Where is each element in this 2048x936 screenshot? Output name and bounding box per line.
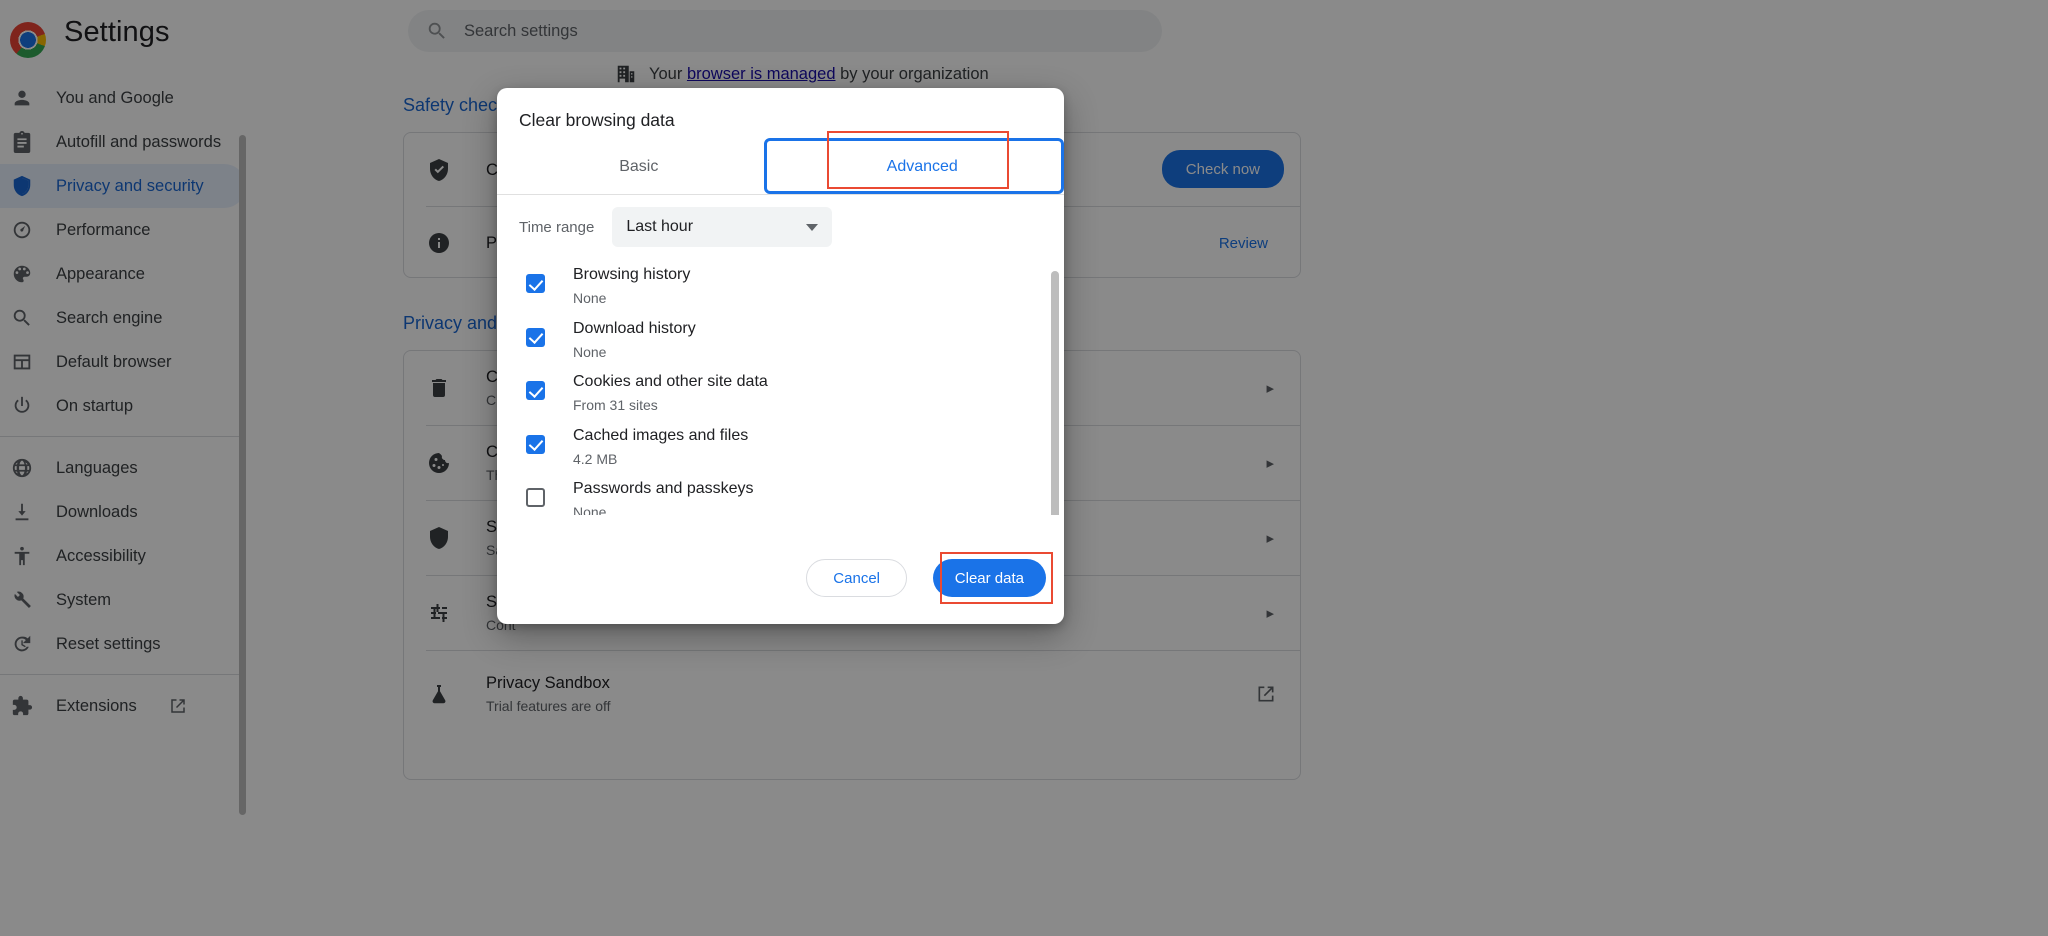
clear-data-button[interactable]: Clear data — [933, 559, 1046, 597]
checkbox-download-history[interactable] — [526, 328, 545, 347]
checkbox-browsing-history[interactable] — [526, 274, 545, 293]
clear-browsing-data-dialog: Clear browsing data Basic Advanced Time … — [497, 88, 1064, 624]
list-item-detail: 4.2 MB — [573, 448, 748, 470]
dialog-tabs: Basic Advanced — [497, 139, 1064, 195]
list-item-detail: From 31 sites — [573, 394, 768, 416]
checkbox-cached-images-and-files[interactable] — [526, 435, 545, 454]
dialog-vertical-scrollbar[interactable] — [1051, 271, 1059, 515]
checkbox-cookies-and-other-site-data[interactable] — [526, 381, 545, 400]
list-item-detail: None — [573, 287, 690, 309]
dialog-title: Clear browsing data — [519, 110, 675, 131]
list-item[interactable]: Cached images and files 4.2 MB — [497, 418, 1064, 472]
data-type-list: Browsing history None Download history N… — [497, 257, 1064, 515]
list-item-label: Passwords and passkeys — [573, 477, 754, 501]
dialog-body: Time range Last hour Browsing history No… — [497, 195, 1064, 515]
tab-advanced[interactable]: Advanced — [781, 139, 1065, 194]
list-item[interactable]: Download history None — [497, 311, 1064, 365]
list-item-label: Cookies and other site data — [573, 370, 768, 394]
list-item-text: Browsing history None — [573, 257, 690, 309]
tab-basic[interactable]: Basic — [497, 139, 781, 194]
checkbox-passwords-and-passkeys[interactable] — [526, 488, 545, 507]
time-range-value: Last hour — [626, 218, 693, 236]
cancel-button[interactable]: Cancel — [806, 559, 907, 597]
list-item-label: Download history — [573, 317, 696, 341]
time-range-row: Time range Last hour — [519, 207, 832, 247]
time-range-label: Time range — [519, 219, 594, 236]
list-item-detail: None — [573, 341, 696, 363]
dialog-footer: Cancel Clear data — [497, 536, 1064, 624]
list-item[interactable]: Browsing history None — [497, 257, 1064, 311]
screen: Settings Search settings You and Google … — [0, 0, 2048, 936]
time-range-select[interactable]: Last hour — [612, 207, 832, 247]
chevron-down-icon — [806, 224, 818, 231]
list-item-text: Cookies and other site data From 31 site… — [573, 364, 768, 416]
list-item-detail: None — [573, 501, 754, 515]
list-item-text: Cached images and files 4.2 MB — [573, 418, 748, 470]
list-item-label: Browsing history — [573, 263, 690, 287]
list-item-text: Passwords and passkeys None — [573, 471, 754, 515]
list-item-text: Download history None — [573, 311, 696, 363]
list-item[interactable]: Cookies and other site data From 31 site… — [497, 364, 1064, 418]
list-item[interactable]: Passwords and passkeys None — [497, 471, 1064, 515]
list-item-label: Cached images and files — [573, 424, 748, 448]
